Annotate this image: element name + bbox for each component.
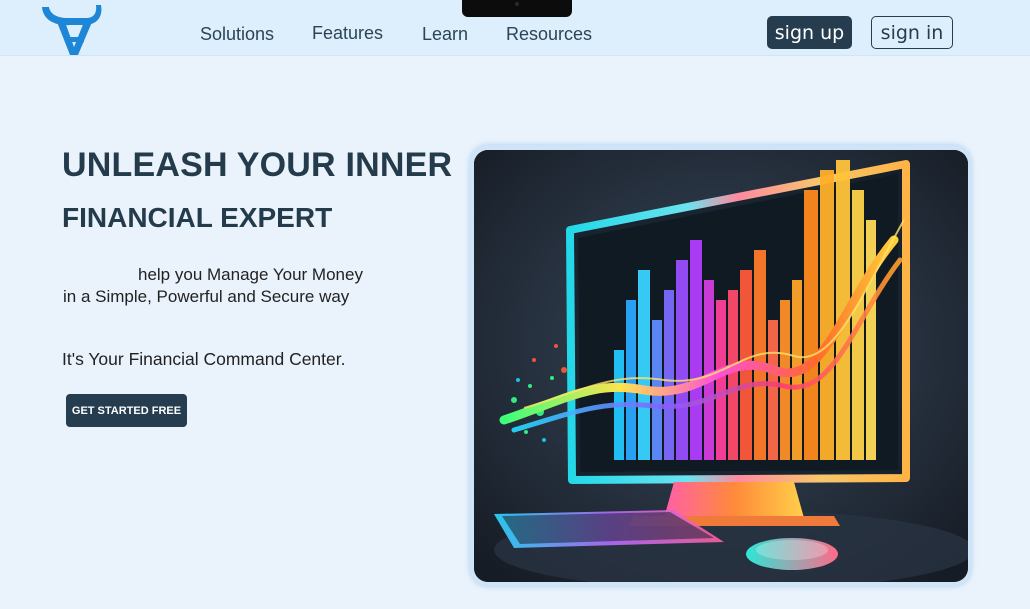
hero-description-line2: in a Simple, Powerful and Secure way	[63, 287, 350, 306]
brand-logo-icon[interactable]	[40, 3, 104, 57]
sign-up-button[interactable]: sign up	[767, 16, 852, 49]
hero-description-line1: help you Manage Your Money	[138, 265, 363, 284]
get-started-button[interactable]: GET STARTED FREE	[66, 394, 187, 427]
camera-notch	[462, 0, 572, 17]
hero-tagline: It's Your Financial Command Center.	[62, 349, 346, 369]
hero-title-line2: FINANCIAL EXPERT	[62, 202, 333, 233]
hero-title-line1: UNLEASH YOUR INNER	[62, 146, 453, 184]
nav-link-resources[interactable]: Resources	[506, 24, 592, 45]
computer-chart-illustration	[474, 150, 968, 582]
nav-link-solutions[interactable]: Solutions	[200, 24, 274, 45]
nav-link-learn[interactable]: Learn	[422, 24, 468, 45]
navbar: Solutions Features Learn Resources sign …	[0, 0, 1030, 56]
sign-in-button[interactable]: sign in	[871, 16, 953, 49]
nav-link-features[interactable]: Features	[312, 23, 383, 44]
hero-description: help you Manage Your Money in a Simple, …	[63, 264, 363, 308]
